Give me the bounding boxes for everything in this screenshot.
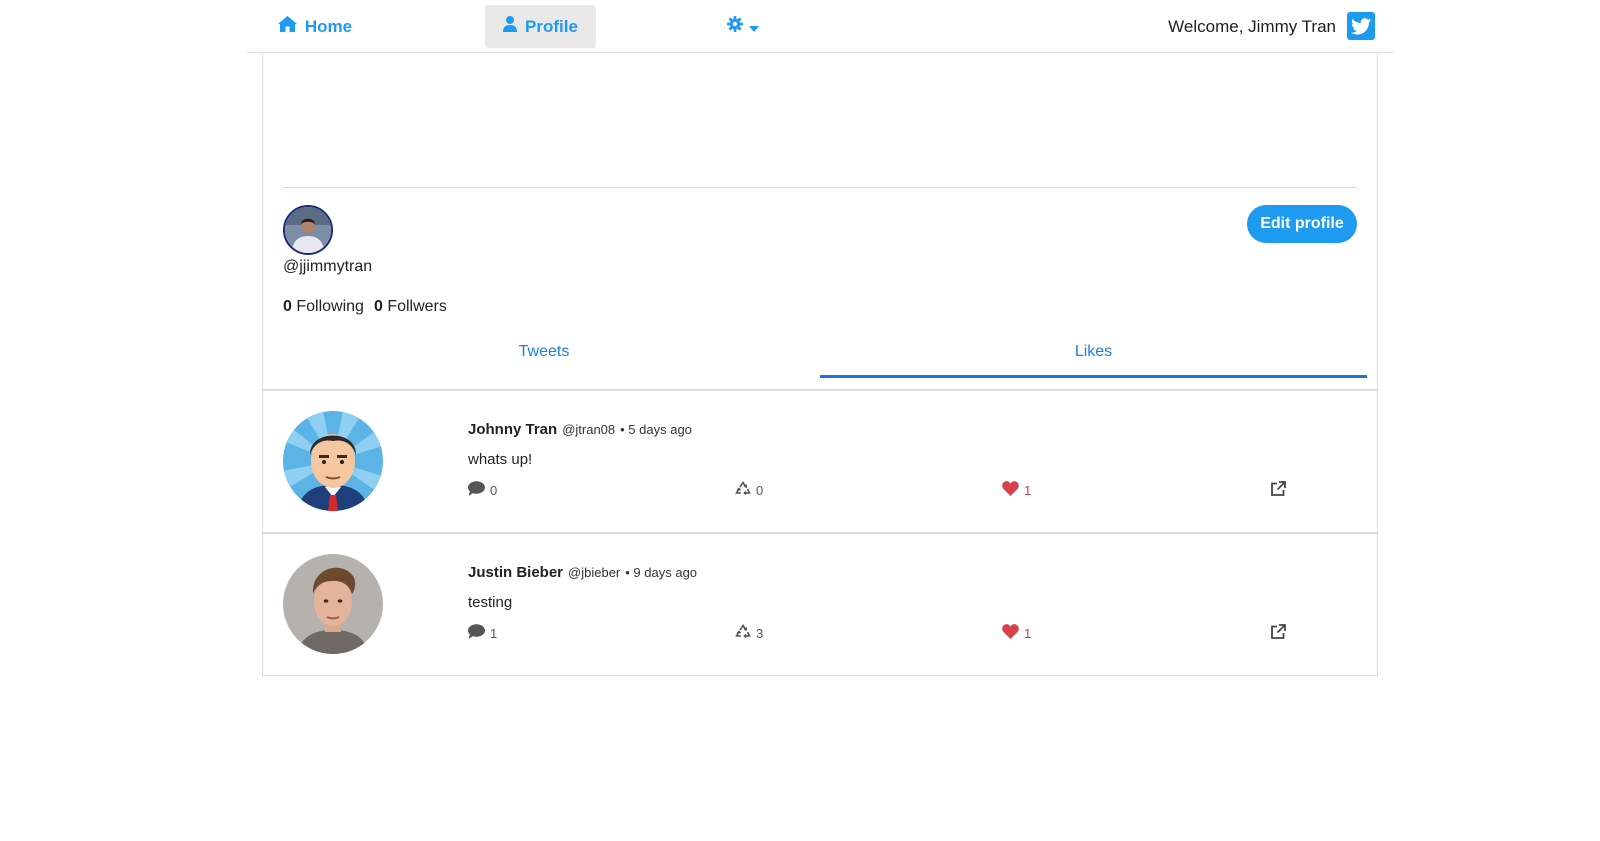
recycle-icon xyxy=(735,481,751,500)
reply-count: 1 xyxy=(490,625,498,641)
nav-profile-link[interactable]: Profile xyxy=(485,5,596,48)
followers-stat[interactable]: 0 Follwers xyxy=(374,298,447,316)
recycle-icon xyxy=(735,624,751,643)
tweet-author-handle: @jtran08 xyxy=(562,422,616,437)
profile-stats: 0 Following 0 Follwers xyxy=(283,298,447,316)
profile-handle: @jjimmytran xyxy=(283,258,373,275)
user-icon xyxy=(503,16,518,37)
gear-icon xyxy=(727,16,743,37)
home-icon xyxy=(277,16,297,37)
retweet-button[interactable]: 0 xyxy=(735,481,763,500)
retweet-count: 0 xyxy=(756,483,764,498)
comment-icon xyxy=(468,481,485,499)
tweet-timestamp: • 5 days ago xyxy=(620,422,692,437)
following-count: 0 xyxy=(283,298,292,315)
reply-button[interactable]: 0 xyxy=(468,481,497,499)
tweet-author-avatar[interactable] xyxy=(283,411,383,511)
external-link-icon xyxy=(1270,624,1286,643)
like-count: 1 xyxy=(1024,482,1032,498)
like-button[interactable]: 1 xyxy=(1002,481,1031,499)
following-stat[interactable]: 0 Following xyxy=(283,298,364,316)
tweet-item[interactable]: Johnny Tran @jtran08 • 5 days ago whats … xyxy=(262,390,1378,533)
like-count: 1 xyxy=(1024,625,1032,641)
open-tweet-button[interactable] xyxy=(1270,481,1286,500)
following-label: Following xyxy=(296,298,364,315)
open-tweet-button[interactable] xyxy=(1270,624,1286,643)
tweet-item[interactable]: Justin Bieber @jbieber • 9 days ago test… xyxy=(262,533,1378,676)
retweet-button[interactable]: 3 xyxy=(735,624,763,643)
followers-count: 0 xyxy=(373,298,383,315)
welcome-text: Welcome, Jimmy Tran xyxy=(1168,16,1336,36)
tweet-author-avatar[interactable] xyxy=(283,554,383,654)
top-navbar: Home Profile Welcome, Jimmy Tran xyxy=(247,0,1394,53)
profile-card: @jjimmytran 0 Following 0 Follwers Edit … xyxy=(262,53,1378,390)
profile-avatar[interactable] xyxy=(283,205,333,255)
tweet-author-name[interactable]: Johnny Tran xyxy=(468,421,557,438)
nav-home-link[interactable]: Home xyxy=(270,5,360,48)
reply-button[interactable]: 1 xyxy=(468,624,497,642)
tweet-text: testing xyxy=(468,594,513,611)
heart-icon xyxy=(1002,481,1019,499)
heart-icon xyxy=(1002,624,1019,642)
nav-home-label: Home xyxy=(304,16,353,36)
twitter-bird-icon[interactable] xyxy=(1347,12,1375,40)
tweet-author-handle: @jbieber xyxy=(568,565,621,580)
retweet-count: 3 xyxy=(756,626,764,641)
tweet-timestamp: • 9 days ago xyxy=(625,565,698,580)
tab-tweets[interactable]: Tweets xyxy=(263,341,825,378)
followers-label: Follwers xyxy=(387,298,447,315)
tab-likes[interactable]: Likes xyxy=(820,341,1367,378)
external-link-icon xyxy=(1270,481,1286,500)
edit-profile-button[interactable]: Edit profile xyxy=(1247,205,1357,243)
like-button[interactable]: 1 xyxy=(1002,624,1031,642)
caret-down-icon xyxy=(749,17,759,37)
reply-count: 0 xyxy=(490,482,498,498)
tweet-text: whats up! xyxy=(468,451,533,468)
settings-dropdown[interactable] xyxy=(713,5,773,48)
profile-banner xyxy=(283,53,1357,188)
tweet-author-name[interactable]: Justin Bieber xyxy=(468,564,563,581)
tweet-header: Justin Bieber @jbieber • 9 days ago xyxy=(468,564,697,581)
tweet-header: Johnny Tran @jtran08 • 5 days ago xyxy=(468,421,692,438)
nav-profile-label: Profile xyxy=(525,16,578,36)
comment-icon xyxy=(468,624,485,642)
